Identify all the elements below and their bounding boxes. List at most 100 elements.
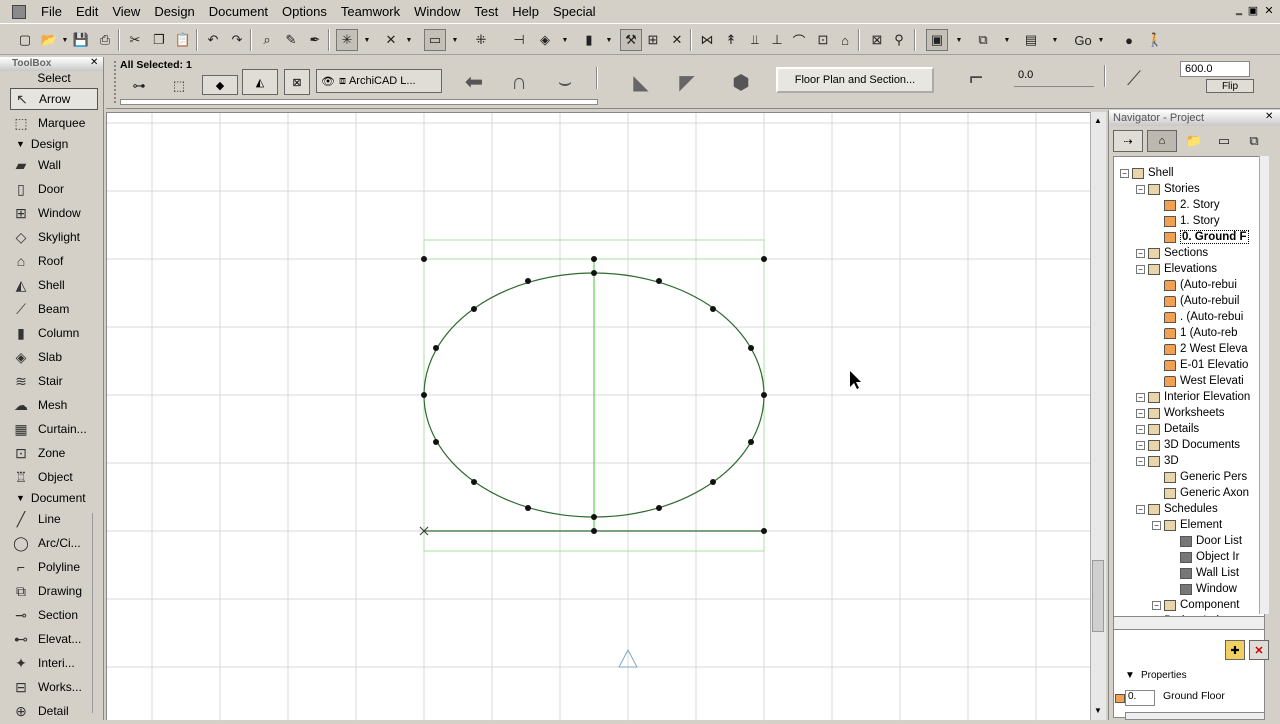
solid-operations-icon[interactable]: ⊠ [866,29,888,51]
snap-guides-dropdown-icon[interactable]: ▼ [404,29,414,51]
undo-icon[interactable]: ↶ [202,29,224,51]
tree-node[interactable]: 0. Ground F [1164,229,1249,245]
menu-document[interactable]: Document [202,0,275,24]
layout-book-icon[interactable]: ▤ [1020,29,1042,51]
delete-icon[interactable]: ✕ [1249,640,1269,660]
shell-extrude-icon[interactable]: ⬅ [456,69,492,95]
select-mode-icon[interactable]: ⊶ [128,75,150,97]
expand-toggle-icon[interactable]: − [1136,504,1145,514]
tree-node[interactable]: Window [1180,581,1237,597]
snap-guides-icon[interactable]: ✕ [380,29,402,51]
home-icon[interactable]: ⌂ [834,29,856,51]
redo-icon[interactable]: ↷ [226,29,248,51]
close-icon[interactable]: ✕ [1262,4,1276,17]
menu-teamwork[interactable]: Teamwork [334,0,407,24]
tree-node[interactable]: − Sections [1136,245,1208,261]
tree-node[interactable]: 2 West Eleva [1164,341,1248,357]
tool-shell[interactable]: ◭ Shell [10,274,98,296]
menu-test[interactable]: Test [467,0,505,24]
restore-icon[interactable]: ▣ [1246,4,1260,17]
tool-beam[interactable]: ⟋ Beam [10,298,98,320]
tree-node[interactable]: − Component [1152,597,1239,613]
tool-marquee[interactable]: ⬚ Marquee [10,112,98,134]
split-icon[interactable]: ⋈ [696,29,718,51]
cut-icon[interactable]: ✂ [124,29,146,51]
tree-node[interactable]: − Worksheets [1136,405,1225,421]
tool-window[interactable]: ⊞ Window [10,202,98,224]
walk-icon[interactable]: 🚶 [1144,29,1166,51]
fillet-icon[interactable]: ⌒ [788,29,810,51]
save-icon[interactable]: 💾 [70,29,92,51]
shell-contour-icon[interactable]: ◣ [624,69,658,95]
tool-slab[interactable]: ◈ Slab [10,346,98,368]
pick-up-icon[interactable]: ✎ [280,29,302,51]
toolbox-scrollbar[interactable] [92,513,100,713]
paste-icon[interactable]: 📋 [172,29,194,51]
scroll-thumb[interactable] [1092,560,1104,632]
tool-column[interactable]: ▮ Column [10,322,98,344]
marquee-settings-icon[interactable]: ⚒ [620,29,642,51]
tree-node[interactable]: (Auto-rebuil [1164,293,1239,309]
properties-id-field[interactable]: 0. [1125,690,1155,706]
expand-toggle-icon[interactable]: − [1152,600,1161,610]
canvas-vertical-scrollbar[interactable]: ▲ ▼ [1090,112,1106,720]
layout-book-nav-icon[interactable]: ▭ [1213,130,1235,152]
tree-node[interactable]: − Shell [1120,165,1174,181]
go-dropdown-icon[interactable]: ▼ [1096,29,1106,51]
go-menu-button[interactable]: Go [1070,29,1096,51]
tree-horizontal-scrollbar[interactable] [1113,616,1265,630]
tree-node[interactable]: − 3D Documents [1136,437,1240,453]
tool-arrow[interactable]: ↖ Arrow [10,88,98,110]
floor-plan-view-icon[interactable]: ▣ [926,29,948,51]
menu-special[interactable]: Special [546,0,603,24]
layout-book-dropdown-icon[interactable]: ▼ [1050,29,1060,51]
publisher-icon[interactable]: ⧉ [1243,130,1265,152]
open-file-icon[interactable]: 📂 [38,29,60,51]
tree-node[interactable]: Generic Axon [1164,485,1249,501]
scroll-up-icon[interactable]: ▲ [1094,116,1102,125]
design-section-header[interactable]: ▼ Design [10,135,98,153]
tree-node[interactable]: − Elevations [1136,261,1217,277]
open-dropdown-icon[interactable]: ▼ [60,29,70,51]
floor-plan-section-button[interactable]: Floor Plan and Section... [776,67,934,93]
element-info-icon[interactable]: ⊣ [508,29,530,51]
dimension-icon[interactable]: ⊞ [642,29,664,51]
properties-more-button[interactable] [1125,712,1265,720]
tool-interior-elevation[interactable]: ✦ Interi... [10,652,98,674]
navigator-popup-icon[interactable]: ⇢ [1113,130,1143,152]
tree-node[interactable]: 2. Story [1164,197,1220,213]
expand-toggle-icon[interactable]: − [1136,248,1145,258]
menu-design[interactable]: Design [147,0,201,24]
floor-plan-view-dropdown-icon[interactable]: ▼ [954,29,964,51]
tree-node[interactable]: Object Ir [1180,549,1239,565]
tool-elevation[interactable]: ⊷ Elevat... [10,628,98,650]
shell-thickness-icon[interactable]: ⌐ [958,63,994,93]
offset-input[interactable]: 600.0 [1180,61,1250,77]
expand-toggle-icon[interactable]: − [1136,184,1145,194]
expand-toggle-icon[interactable]: − [1136,408,1145,418]
shell-revolve-icon[interactable]: ∩ [504,69,534,95]
trace-dropdown-icon[interactable]: ▼ [604,29,614,51]
layer-selector[interactable]: 👁 ⧈ ArchiCAD L... [316,69,442,93]
drawing-svg[interactable] [107,113,1091,721]
scroll-down-icon[interactable]: ▼ [1094,706,1102,715]
tree-node[interactable]: − Details [1136,421,1199,437]
marquee-mode-icon[interactable]: ⬚ [168,75,190,97]
render-icon[interactable]: ● [1118,29,1140,51]
menu-file[interactable]: File [34,0,69,24]
3d-view-icon[interactable]: ⧉ [972,29,994,51]
expand-toggle-icon[interactable]: − [1136,392,1145,402]
layers-dropdown-icon[interactable]: ▼ [560,29,570,51]
tree-node[interactable]: Generic Pers [1164,469,1247,485]
expand-toggle-icon[interactable]: − [1136,424,1145,434]
tool-arc[interactable]: ◯ Arc/Ci... [10,532,98,554]
document-section-header[interactable]: ▼ Document [10,489,98,507]
offset-icon[interactable]: ⟋ [1120,65,1148,93]
3d-view-dropdown-icon[interactable]: ▼ [1002,29,1012,51]
flip-button[interactable]: Flip [1206,79,1254,93]
cancel-icon[interactable]: ✕ [666,29,688,51]
tree-node[interactable]: . (Auto-rebui [1164,309,1243,325]
layers-icon[interactable]: ◈ [534,29,556,51]
tool-stair[interactable]: ≋ Stair [10,370,98,392]
shell-type-icon[interactable]: ⊠ [284,69,310,95]
